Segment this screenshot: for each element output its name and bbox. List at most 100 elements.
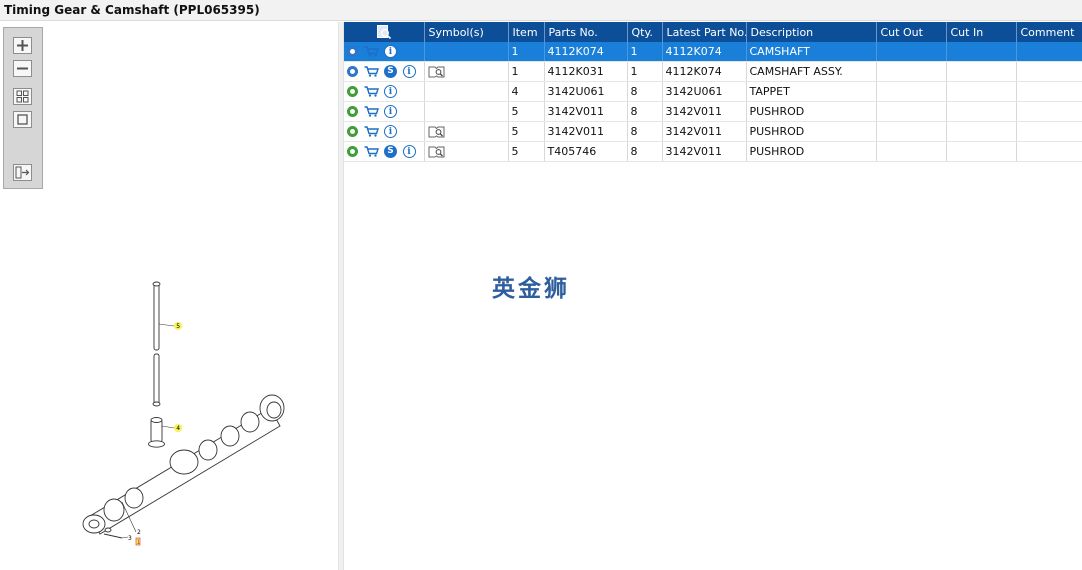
info-icon[interactable]: i: [402, 145, 416, 159]
row-actions-cell: S i: [344, 141, 425, 162]
gear-icon[interactable]: [347, 66, 358, 78]
column-header-cut-in[interactable]: Cut In: [946, 22, 1017, 42]
row-description-cell: PUSHROD: [746, 101, 877, 122]
parts-list-pane: Symbol(s) Item Parts No. Qty. Latest Par…: [344, 22, 1082, 570]
cart-icon[interactable]: [364, 146, 379, 157]
table-row[interactable]: i 1 4112K074 1 4112K074 CAMSHAFT: [344, 42, 1082, 62]
row-description-cell: PUSHROD: [746, 141, 877, 162]
column-header-item[interactable]: Item: [508, 22, 545, 42]
column-header-comment[interactable]: Comment: [1016, 22, 1082, 42]
info-icon[interactable]: i: [402, 65, 416, 79]
row-cut-out-cell: [876, 61, 947, 82]
table-row[interactable]: S i 5 T405746 8 3142V011 PUSHROD: [344, 141, 1082, 162]
table-row[interactable]: S i 1 4112K031 1 4112K074 CAMSHAFT ASSY.: [344, 61, 1082, 82]
pushrod-part[interactable]: [153, 283, 160, 351]
column-header-latest-part-no[interactable]: Latest Part No.: [662, 22, 747, 42]
row-description-cell: TAPPET: [746, 81, 877, 102]
column-header-parts-no[interactable]: Parts No.: [544, 22, 628, 42]
info-icon[interactable]: i: [384, 45, 397, 59]
zoom-toolbar: [3, 27, 43, 189]
cart-icon[interactable]: [364, 66, 379, 77]
column-header-actions[interactable]: [344, 22, 425, 42]
row-symbols-cell: [424, 121, 509, 142]
tappet-part[interactable]: [150, 419, 163, 443]
row-cut-in-cell: [946, 121, 1017, 142]
book-search-icon[interactable]: [428, 65, 445, 78]
callout-label: 5: [176, 323, 180, 330]
table-row[interactable]: i 4 3142U061 8 3142U061 TAPPET: [344, 81, 1082, 102]
row-cut-out-cell: [876, 42, 947, 62]
row-parts-no-cell: T405746: [544, 141, 628, 162]
column-header-description[interactable]: Description: [746, 22, 877, 42]
row-cut-in-cell: [946, 141, 1017, 162]
row-latest-part-no-cell: 3142V011: [662, 101, 747, 122]
gear-icon[interactable]: [347, 46, 358, 58]
supersession-icon[interactable]: S: [384, 65, 397, 79]
exploded-parts-diagram: 5 4 3 2 1: [82, 281, 285, 546]
cart-icon[interactable]: [364, 106, 379, 117]
row-item-cell: 5: [508, 141, 545, 162]
row-comment-cell: [1016, 61, 1082, 82]
row-symbols-cell: [424, 81, 509, 102]
table-row[interactable]: i 5 3142V011 8 3142V011 PUSHROD: [344, 121, 1082, 142]
column-header-qty[interactable]: Qty.: [627, 22, 663, 42]
gear-icon[interactable]: [347, 146, 358, 158]
square-icon: [17, 114, 28, 125]
row-qty-cell: 8: [627, 81, 663, 102]
pushrod-lower-part[interactable]: [153, 353, 160, 405]
row-item-cell: 1: [508, 61, 545, 82]
row-cut-out-cell: [876, 101, 947, 122]
callout-label: 4: [176, 425, 180, 432]
gear-icon[interactable]: [347, 126, 358, 138]
row-latest-part-no-cell: 4112K074: [662, 61, 747, 82]
dowel-part[interactable]: [104, 527, 112, 533]
callout-label: 1: [137, 539, 141, 546]
gear-icon[interactable]: [347, 86, 358, 98]
book-search-icon[interactable]: [428, 145, 445, 158]
info-icon[interactable]: i: [384, 105, 397, 119]
row-qty-cell: 1: [627, 61, 663, 82]
row-actions-cell: i: [344, 101, 425, 122]
zoom-in-button[interactable]: [13, 37, 32, 54]
row-cut-out-cell: [876, 121, 947, 142]
camshaft-part[interactable]: [82, 394, 285, 535]
frame-view-button[interactable]: [13, 111, 32, 128]
row-item-cell: 5: [508, 101, 545, 122]
plus-icon: [17, 40, 28, 51]
row-cut-in-cell: [946, 42, 1017, 62]
row-symbols-cell: [424, 101, 509, 122]
supersession-icon[interactable]: S: [384, 145, 397, 159]
book-search-icon[interactable]: [428, 125, 445, 138]
row-comment-cell: [1016, 121, 1082, 142]
search-document-icon: [376, 25, 391, 40]
diagram-pane[interactable]: 5 4 3 2 1: [0, 22, 338, 570]
row-description-cell: CAMSHAFT ASSY.: [746, 61, 877, 82]
callout-label: 2: [137, 529, 141, 536]
row-item-cell: 1: [508, 42, 545, 62]
cart-icon[interactable]: [364, 126, 379, 137]
column-header-symbols[interactable]: Symbol(s): [424, 22, 509, 42]
gear-icon[interactable]: [347, 106, 358, 118]
callout-label: 3: [128, 535, 132, 542]
row-latest-part-no-cell: 3142U061: [662, 81, 747, 102]
row-actions-cell: i: [344, 121, 425, 142]
row-parts-no-cell: 4112K074: [544, 42, 628, 62]
cart-icon[interactable]: [364, 46, 379, 57]
row-comment-cell: [1016, 101, 1082, 122]
row-parts-no-cell: 4112K031: [544, 61, 628, 82]
cart-icon[interactable]: [364, 86, 379, 97]
row-cut-out-cell: [876, 81, 947, 102]
column-header-cut-out[interactable]: Cut Out: [876, 22, 947, 42]
table-row[interactable]: i 5 3142V011 8 3142V011 PUSHROD: [344, 101, 1082, 122]
info-icon[interactable]: i: [384, 85, 397, 99]
row-description-cell: CAMSHAFT: [746, 42, 877, 62]
zoom-out-button[interactable]: [13, 60, 32, 77]
export-button[interactable]: [13, 164, 32, 181]
row-symbols-cell: [424, 61, 509, 82]
fit-view-button[interactable]: [13, 88, 32, 105]
row-qty-cell: 8: [627, 141, 663, 162]
parts-table: Symbol(s) Item Parts No. Qty. Latest Par…: [344, 22, 1082, 162]
info-icon[interactable]: i: [384, 125, 397, 139]
row-latest-part-no-cell: 3142V011: [662, 121, 747, 142]
row-cut-out-cell: [876, 141, 947, 162]
